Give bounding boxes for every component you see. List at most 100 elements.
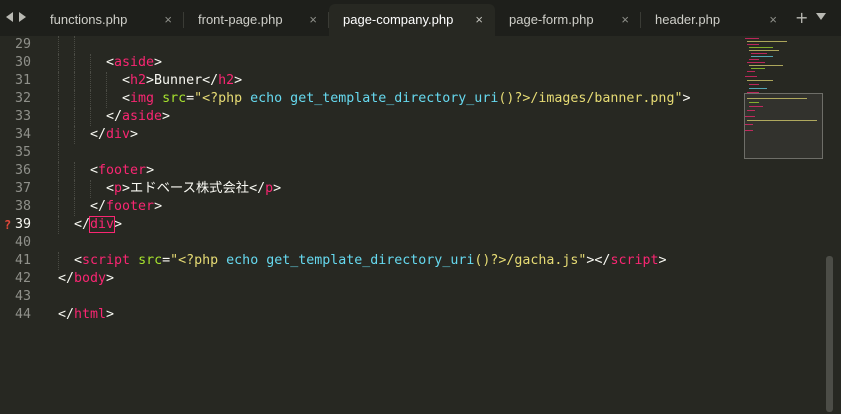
tab-header[interactable]: header.php × (641, 4, 789, 36)
code-text[interactable]: <img src="<?php echo get_template_direct… (122, 90, 690, 108)
code-text[interactable]: </footer> (90, 198, 162, 216)
close-icon[interactable]: × (164, 4, 172, 36)
tag-name: h2 (130, 73, 147, 88)
code-line[interactable]: 36 <footer> (0, 162, 740, 180)
code-line[interactable]: 44 </html> (0, 306, 740, 324)
tab-label: page-form.php (509, 12, 594, 27)
code-text[interactable]: </div> (90, 126, 138, 144)
code-text[interactable]: </html> (58, 306, 114, 324)
scrollbar-thumb[interactable] (826, 256, 833, 412)
line-number: 32 (14, 91, 31, 106)
code-line[interactable]: 30 <aside> (0, 54, 740, 72)
arrow-left-icon[interactable] (6, 12, 13, 22)
punctuation (130, 253, 138, 268)
minimap-line (749, 59, 759, 60)
punctuation: > (154, 55, 163, 70)
minimap-line (745, 76, 757, 77)
tab-front-page[interactable]: front-page.php × (184, 4, 329, 36)
code-line[interactable]: 29 (0, 36, 740, 54)
question-mark-icon[interactable]: ? (4, 216, 11, 234)
minimap-line (749, 88, 767, 89)
punctuation: > (122, 181, 131, 196)
code-line[interactable]: 31 <h2>Bunner</h2> (0, 72, 740, 90)
line-number: 44 (14, 307, 31, 322)
indent-guide (90, 72, 91, 90)
code-line[interactable]: 34 </div> (0, 126, 740, 144)
tab-page-form[interactable]: page-form.php × (495, 4, 641, 36)
tag-name: footer (106, 199, 155, 214)
indent-guide (58, 216, 59, 234)
punctuation: </ (74, 217, 91, 232)
tab-page-company[interactable]: page-company.php × (329, 4, 495, 36)
minimap-line (747, 92, 759, 93)
text-content: Bunner (154, 73, 203, 88)
vertical-scrollbar[interactable] (824, 36, 835, 414)
string-literal: ()?>/gacha.js" (474, 253, 587, 268)
tag-name: html (74, 307, 107, 322)
code-line[interactable]: 32 <img src="<?php echo get_template_dire… (0, 90, 740, 108)
indent-guide (74, 72, 75, 90)
indent-guide (106, 90, 107, 108)
code-line[interactable]: 33 </aside> (0, 108, 740, 126)
code-text[interactable]: <aside> (106, 54, 162, 72)
punctuation: > (130, 127, 139, 142)
indent-guide (74, 126, 75, 144)
indent-guide (74, 162, 75, 180)
indent-guide (90, 180, 91, 198)
minimap-line (747, 44, 759, 45)
close-icon[interactable]: × (309, 4, 317, 36)
code-editor[interactable]: 29 30 <aside> 31 <h2>Bunner</h2> 32 <img src="… (0, 36, 841, 414)
minimap[interactable] (742, 36, 824, 414)
code-text[interactable]: <p>エドベース株式会社</p> (106, 180, 281, 198)
punctuation: </ (106, 109, 123, 124)
chevron-down-icon[interactable] (816, 13, 826, 20)
arrow-right-icon[interactable] (19, 12, 26, 22)
code-line[interactable]: 43 (0, 288, 740, 306)
code-line[interactable]: 37 <p>エドベース株式会社</p> (0, 180, 740, 198)
line-number: 42 (14, 271, 31, 286)
punctuation: = (162, 253, 171, 268)
line-number: 37 (14, 181, 31, 196)
code-text[interactable]: <script src="<?php echo get_template_dir… (74, 252, 667, 270)
code-line[interactable]: 42 </body> (0, 270, 740, 288)
minimap-line (745, 116, 755, 117)
tag-name: p (265, 181, 274, 196)
string-literal: "<?php (194, 91, 251, 106)
line-number: 31 (14, 73, 31, 88)
close-icon[interactable]: × (769, 4, 777, 36)
punctuation: > (146, 73, 155, 88)
code-line[interactable]: 39? </div> (0, 216, 740, 234)
tag-name-highlighted: div (89, 216, 116, 233)
code-text[interactable]: </div> (74, 216, 122, 234)
code-text[interactable]: </aside> (106, 108, 170, 126)
plus-icon[interactable]: + (795, 0, 808, 36)
tab-label: page-company.php (343, 12, 454, 27)
punctuation: > (154, 199, 163, 214)
tag-name: body (74, 271, 107, 286)
code-line[interactable]: 41 <script src="<?php echo get_template_d… (0, 252, 740, 270)
minimap-line (749, 65, 783, 66)
line-number: 36 (14, 163, 31, 178)
indent-guide (74, 36, 75, 54)
minimap-line (747, 62, 765, 63)
code-text[interactable]: </body> (58, 270, 114, 288)
close-icon[interactable]: × (621, 4, 629, 36)
tag-name: p (114, 181, 123, 196)
line-number: 35 (14, 145, 31, 160)
tag-name: img (130, 91, 155, 106)
code-text[interactable]: <footer> (90, 162, 154, 180)
string-literal: "<?php (170, 253, 227, 268)
close-icon[interactable]: × (475, 4, 483, 36)
punctuation: </ (58, 271, 75, 286)
code-text[interactable]: <h2>Bunner</h2> (122, 72, 242, 90)
minimap-line (751, 53, 767, 54)
code-line[interactable]: 35 (0, 144, 740, 162)
punctuation: < (74, 253, 83, 268)
indent-guide (90, 54, 91, 72)
code-line[interactable]: 40 (0, 234, 740, 252)
minimap-line (745, 38, 759, 39)
code-line[interactable]: 38 </footer> (0, 198, 740, 216)
tab-functions[interactable]: functions.php × (36, 4, 184, 36)
minimap-line (749, 102, 759, 103)
php-keyword: echo get_template_directory_uri (250, 91, 499, 106)
